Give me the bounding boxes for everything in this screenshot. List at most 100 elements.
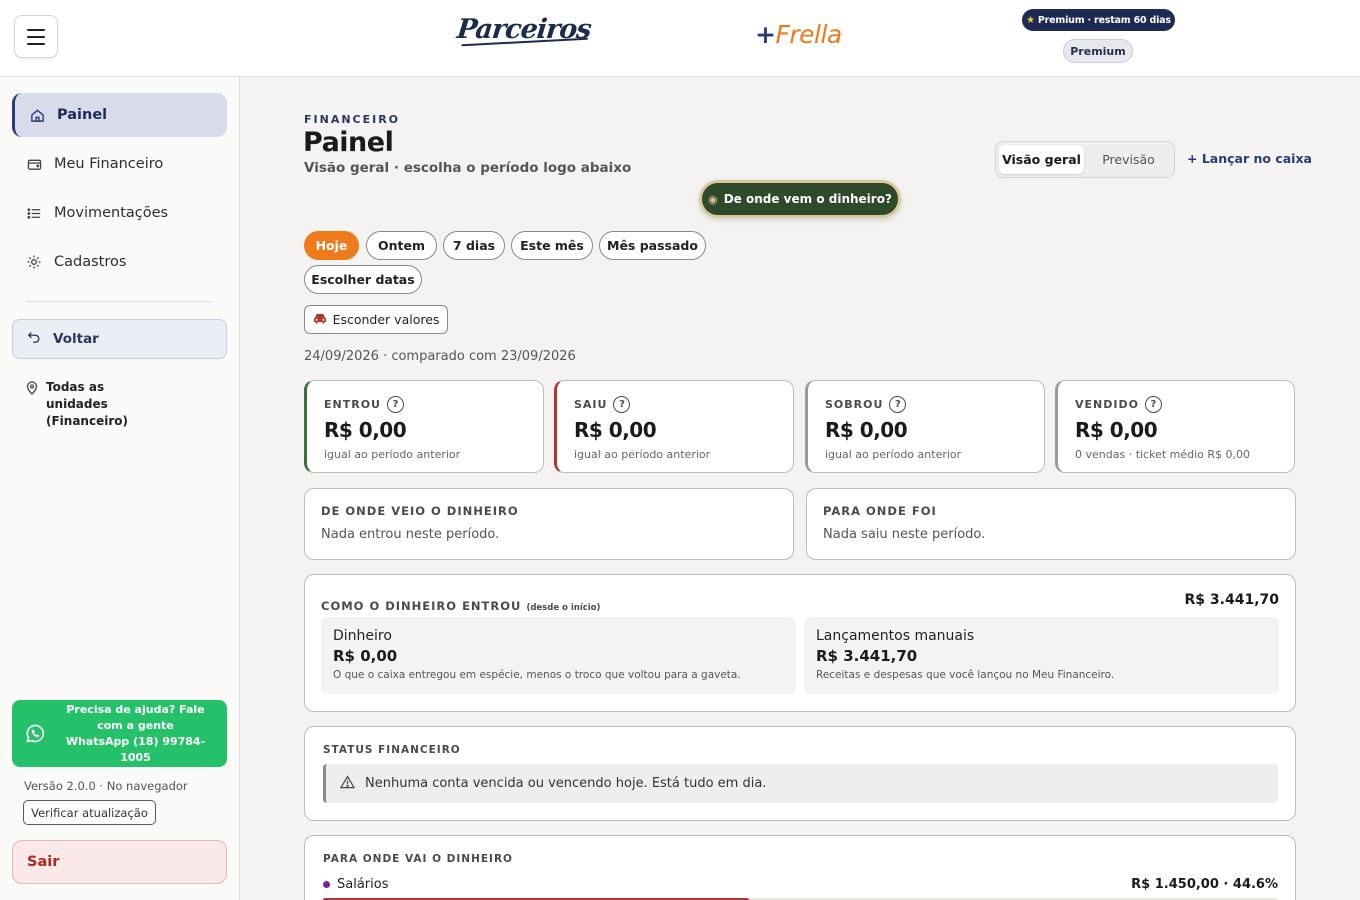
financial-status-panel: STATUS FINANCEIRO Nenhuma conta vencida …	[304, 726, 1296, 821]
sidebar-item-painel[interactable]: Painel	[12, 93, 227, 137]
car-icon	[313, 312, 327, 327]
wallet-icon	[26, 156, 42, 172]
status-alert-text: Nenhuma conta vencida ou vencendo hoje. …	[365, 776, 767, 791]
panel-title: DE ONDE VEIO O DINHEIRO	[321, 504, 519, 518]
check-update-button[interactable]: Verificar atualização	[23, 800, 156, 825]
frella-logo: +Frella	[755, 20, 842, 49]
money-origin-button[interactable]: ◉ De onde vem o dinheiro?	[699, 180, 901, 218]
kpi-note: igual ao período anterior	[574, 448, 711, 461]
whatsapp-icon	[24, 723, 46, 745]
help-question-icon[interactable]: ?	[386, 396, 404, 413]
page-subtitle: Visão geral · escolha o período logo aba…	[304, 160, 632, 176]
warning-icon	[339, 774, 356, 793]
panel-title: PARA ONDE VAI O DINHEIRO	[323, 853, 513, 865]
kpi-card-entrou: ENTROU? R$ 0,00 igual ao período anterio…	[304, 380, 544, 473]
money-origin-panel: DE ONDE VEIO O DINHEIRO Nada entrou nest…	[304, 488, 794, 560]
sidebar-item-cadastros[interactable]: Cadastros	[12, 240, 227, 284]
units-selector[interactable]: Todas as unidades (Financeiro)	[26, 379, 166, 430]
kpi-note: 0 vendas · ticket médio R$ 0,00	[1075, 448, 1251, 461]
panel-empty-text: Nada entrou neste período.	[321, 527, 500, 542]
page-eyebrow: FINANCEIRO	[304, 113, 401, 126]
period-chip-7-dias[interactable]: 7 dias	[443, 231, 505, 260]
main-content: FINANCEIRO Painel Visão geral · escolha …	[241, 77, 1360, 900]
top-header: Parceiros +Frella ★ Premium · restam 60 …	[0, 0, 1360, 77]
period-chip-este-mes[interactable]: Este mês	[511, 231, 593, 260]
entry-box-title: Dinheiro	[333, 628, 392, 644]
entry-box-value: R$ 3.441,70	[816, 647, 918, 665]
category-dot-icon	[323, 881, 330, 888]
kpi-card-sobrou: SOBROU? R$ 0,00 igual ao período anterio…	[805, 380, 1045, 473]
manual-entry-box: Lançamentos manuais R$ 3.441,70 Receitas…	[804, 617, 1279, 694]
sidebar-divider	[26, 301, 213, 302]
period-chip-mes-passado[interactable]: Mês passado	[599, 231, 706, 260]
view-toggle: Visão geral Previsão	[995, 141, 1175, 178]
help-question-icon[interactable]: ?	[889, 396, 907, 413]
back-button[interactable]: Voltar	[12, 319, 227, 359]
kpi-card-vendido: VENDIDO? R$ 0,00 0 vendas · ticket médio…	[1055, 380, 1295, 473]
period-chip-escolher-datas[interactable]: Escolher datas	[304, 265, 422, 294]
compass-icon: ◉	[708, 192, 718, 206]
period-chip-ontem[interactable]: Ontem	[366, 231, 437, 260]
kpi-value: R$ 0,00	[574, 418, 657, 442]
money-entry-panel: COMO O DINHEIRO ENTROU (desde o início) …	[304, 574, 1296, 712]
undo-arrow-icon	[27, 330, 41, 348]
kpi-note: igual ao período anterior	[324, 448, 461, 461]
list-icon	[26, 205, 42, 221]
spending-panel: PARA ONDE VAI O DINHEIRO Salários R$ 1.4…	[304, 835, 1296, 900]
gear-icon	[26, 254, 42, 270]
back-label: Voltar	[53, 331, 99, 347]
kpi-label: VENDIDO	[1075, 398, 1139, 411]
launch-cash-link[interactable]: + Lançar no caixa	[1187, 151, 1312, 166]
logout-button[interactable]: Sair	[12, 840, 227, 884]
kpi-value: R$ 0,00	[825, 418, 908, 442]
hamburger-menu-button[interactable]	[14, 15, 58, 58]
sidebar-item-movimentacoes[interactable]: Movimentações	[12, 191, 227, 235]
panel-title: PARA ONDE FOI	[823, 504, 937, 518]
star-icon: ★	[1026, 14, 1035, 26]
sidebar-item-label: Movimentações	[54, 205, 169, 221]
kpi-label: ENTROU	[324, 398, 381, 411]
panel-title-note: (desde o início)	[526, 603, 601, 613]
kpi-value: R$ 0,00	[1075, 418, 1158, 442]
kpi-label: SOBROU	[825, 398, 884, 411]
panel-title: STATUS FINANCEIRO	[323, 744, 461, 756]
money-destination-panel: PARA ONDE FOI Nada saiu neste período.	[806, 488, 1296, 560]
premium-trial-badge: ★ Premium · restam 60 dias	[1022, 9, 1175, 31]
entry-box-value: R$ 0,00	[333, 647, 398, 665]
help-phone: WhatsApp (18) 99784-1005	[65, 734, 206, 764]
location-pin-icon	[26, 381, 38, 430]
entry-box-description: O que o caixa entregou em espécie, menos…	[333, 669, 741, 681]
menu-line-icon	[27, 35, 45, 38]
sidebar-item-label: Painel	[57, 107, 108, 123]
help-question-icon[interactable]: ?	[1144, 396, 1162, 413]
sidebar: Painel Meu Financeiro Movimentações Cada…	[0, 77, 240, 900]
tab-previsao[interactable]: Previsão	[1086, 145, 1171, 174]
sidebar-item-meu-financeiro[interactable]: Meu Financeiro	[12, 142, 227, 186]
kpi-label: SAIU	[574, 398, 608, 411]
kpi-card-saiu: SAIU? R$ 0,00 igual ao período anterior	[554, 380, 794, 473]
parceiros-logo: Parceiros	[455, 14, 593, 45]
help-question-icon[interactable]: ?	[613, 396, 631, 413]
whatsapp-help-button[interactable]: Precisa de ajuda? Fale com a gente Whats…	[12, 700, 227, 767]
spending-item-label: Salários	[323, 877, 388, 892]
entry-total: R$ 3.441,70	[1184, 592, 1279, 608]
kpi-note: igual ao período anterior	[825, 448, 962, 461]
panel-title: COMO O DINHEIRO ENTROU	[321, 599, 522, 613]
help-text: Precisa de ajuda? Fale com a gente	[66, 702, 205, 732]
hide-values-button[interactable]: Esconder valores	[304, 305, 448, 334]
panel-empty-text: Nada saiu neste período.	[823, 527, 986, 542]
premium-plan-pill[interactable]: Premium	[1063, 39, 1133, 63]
period-chip-hoje[interactable]: Hoje	[304, 231, 359, 260]
units-label: Todas as unidades (Financeiro)	[46, 380, 128, 428]
kpi-value: R$ 0,00	[324, 418, 407, 442]
comparison-date: 24/09/2026 · comparado com 23/09/2026	[304, 349, 576, 364]
page-title: Painel	[303, 127, 394, 158]
tab-visao-geral[interactable]: Visão geral	[999, 145, 1084, 174]
entry-box-description: Receitas e despesas que você lançou no M…	[816, 669, 1115, 681]
spending-item-amount: R$ 1.450,00 · 44.6%	[1131, 877, 1278, 892]
sidebar-item-label: Cadastros	[54, 254, 127, 270]
cash-entry-box: Dinheiro R$ 0,00 O que o caixa entregou …	[321, 617, 796, 694]
home-icon	[29, 107, 45, 123]
sidebar-item-label: Meu Financeiro	[54, 156, 164, 172]
status-alert: Nenhuma conta vencida ou vencendo hoje. …	[323, 764, 1278, 803]
